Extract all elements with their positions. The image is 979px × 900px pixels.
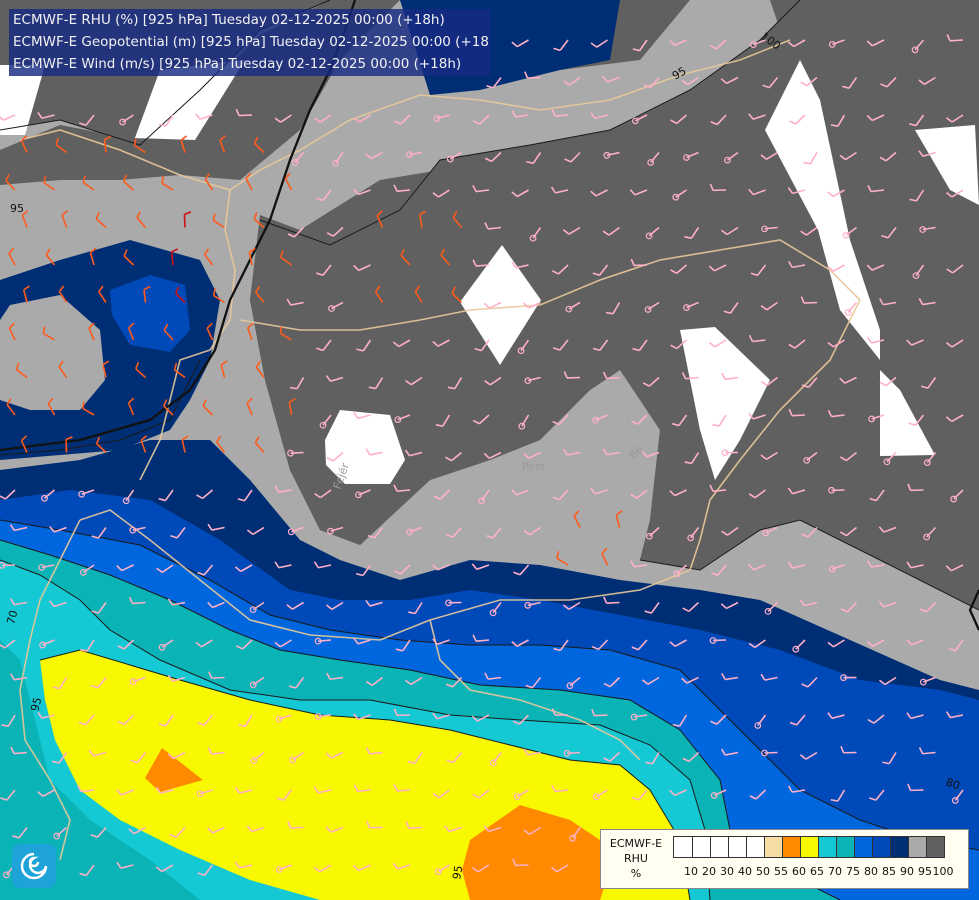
contour-label: 95 (450, 864, 465, 880)
title-line-geopotential: ECMWF-E Geopotential (m) [925 hPa] Tuesd… (13, 34, 490, 50)
legend-unit: % (630, 867, 642, 880)
legend-tick: 85 (882, 865, 896, 878)
legend-swatch (926, 837, 944, 857)
map-title-box: ECMWF-E RHU (%) [925 hPa] Tuesday 02-12-… (9, 9, 490, 76)
legend-tick: 40 (738, 865, 752, 878)
legend-tick: 70 (828, 865, 842, 878)
legend-swatch (890, 837, 908, 857)
legend-tick: 65 (810, 865, 824, 878)
legend-swatch (728, 837, 746, 857)
ecmwf-logo-icon (12, 844, 56, 888)
legend-swatch (800, 837, 818, 857)
legend-swatch (764, 837, 782, 857)
legend-model: ECMWF-E (609, 837, 663, 850)
legend-tick: 60 (792, 865, 806, 878)
legend-tick: 30 (720, 865, 734, 878)
legend-swatch (746, 837, 764, 857)
weather-map: 95 100 95 70 95 80 95 Pest Fejér Bé (0, 0, 979, 900)
legend-label: ECMWF-E RHU % (605, 836, 667, 881)
legend-swatch (674, 837, 692, 857)
legend-tick: 95 (918, 865, 932, 878)
legend-variable: RHU (624, 852, 648, 865)
legend-ticks: 10 20 30 40 50 55 60 65 70 75 80 85 90 95 100 (673, 865, 973, 879)
legend-tick: 80 (864, 865, 878, 878)
legend-tick: 20 (702, 865, 716, 878)
legend-tick: 90 (900, 865, 914, 878)
color-legend: ECMWF-E RHU % 10 20 30 40 50 55 60 65 70 75 80 85 90… (600, 829, 969, 889)
legend-tick: 10 (684, 865, 698, 878)
legend-swatch (782, 837, 800, 857)
legend-tick: 100 (932, 865, 954, 878)
legend-swatch (872, 837, 890, 857)
legend-swatch (854, 837, 872, 857)
legend-swatch (692, 837, 710, 857)
legend-tick: 75 (846, 865, 860, 878)
legend-tick: 50 (756, 865, 770, 878)
legend-swatch (836, 837, 854, 857)
title-line-wind: ECMWF-E Wind (m/s) [925 hPa] Tuesday 02-… (13, 56, 462, 72)
contour-label: 95 (10, 202, 24, 215)
legend-color-bar (673, 836, 945, 858)
legend-swatch (818, 837, 836, 857)
title-line-rhu: ECMWF-E RHU (%) [925 hPa] Tuesday 02-12-… (13, 12, 445, 28)
place-label-pest: Pest (522, 460, 546, 473)
legend-tick: 55 (774, 865, 788, 878)
legend-swatch (710, 837, 728, 857)
legend-swatch (908, 837, 926, 857)
